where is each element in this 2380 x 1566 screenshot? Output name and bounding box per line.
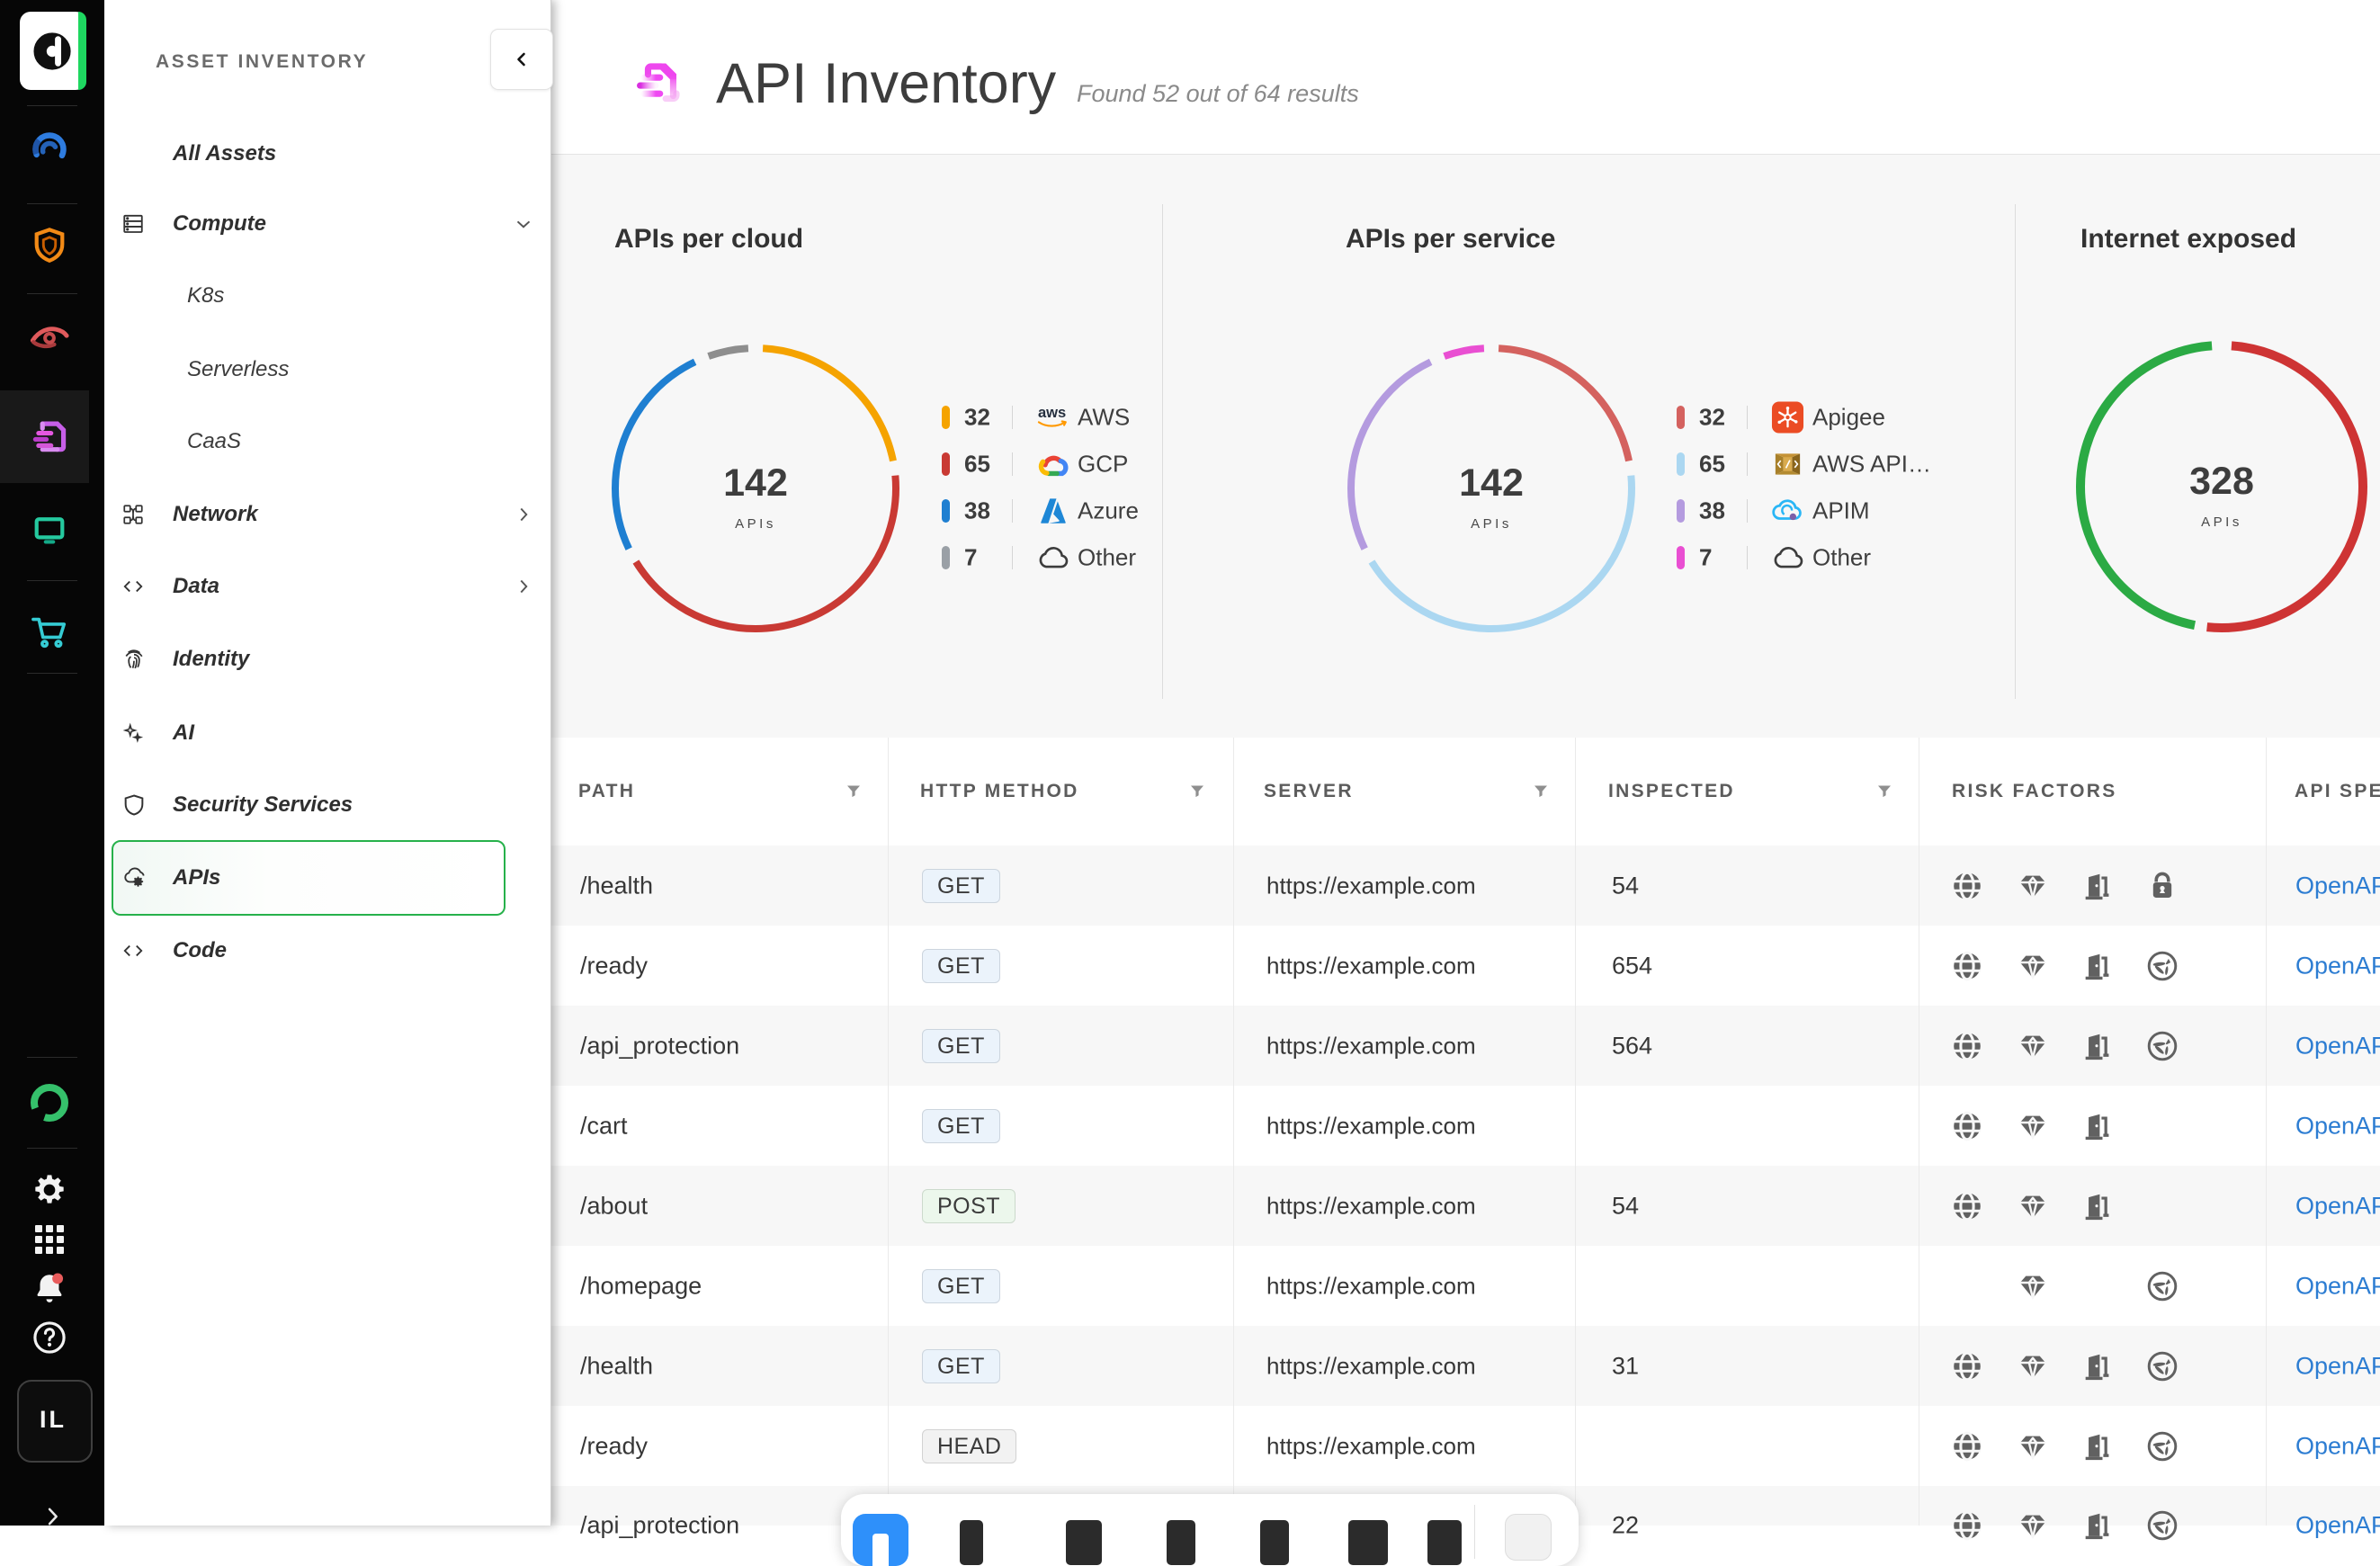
svg-text:aws: aws <box>1038 404 1066 421</box>
